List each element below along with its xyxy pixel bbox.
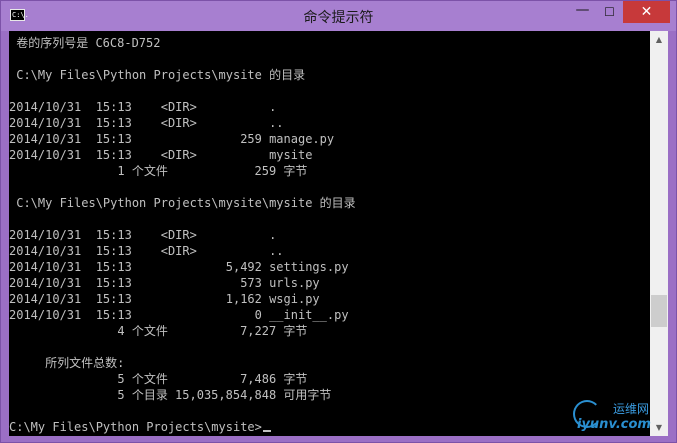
console-line: 5 个目录 15,035,854,848 可用字节	[9, 388, 332, 402]
console-text: 卷的序列号是 C6C8-D752 C:\My Files\Python Proj…	[9, 31, 650, 435]
console-line: 2014/10/31 15:13 <DIR> ..	[9, 116, 284, 130]
text-cursor	[262, 430, 271, 432]
console-line: 2014/10/31 15:13 <DIR> .	[9, 228, 277, 242]
console-line: C:\My Files\Python Projects\mysite>	[9, 419, 650, 435]
console-line: C:\My Files\Python Projects\mysite 的目录	[9, 68, 306, 82]
scroll-up-arrow-icon[interactable]: ▲	[650, 31, 668, 48]
maximize-button[interactable]: ☐	[596, 1, 623, 23]
console-line: 2014/10/31 15:13 <DIR> .	[9, 100, 277, 114]
watermark-text-cn: 运维网	[613, 402, 650, 416]
console-line: 4 个文件 7,227 字节	[9, 324, 308, 338]
console-line: C:\My Files\Python Projects\mysite\mysit…	[9, 196, 356, 210]
console-line: 2014/10/31 15:13 <DIR> ..	[9, 244, 284, 258]
close-button[interactable]: ✕	[623, 1, 670, 23]
minimize-button[interactable]: —	[569, 1, 596, 23]
console-line: 1 个文件 259 字节	[9, 164, 308, 178]
cmd-window: C:\. 命令提示符 — ☐ ✕ 卷的序列号是 C6C8-D752 C:\My …	[0, 0, 677, 443]
watermark-logo: 运维网 iyunv.com	[569, 398, 674, 438]
console-line: 2014/10/31 15:13 573 urls.py	[9, 276, 320, 290]
console-line: 2014/10/31 15:13 1,162 wsgi.py	[9, 292, 320, 306]
scrollbar-thumb[interactable]	[651, 295, 667, 327]
console-line: 2014/10/31 15:13 259 manage.py	[9, 132, 335, 146]
console-line: 所列文件总数:	[9, 356, 125, 370]
console-line: 5 个文件 7,486 字节	[9, 372, 308, 386]
title-bar[interactable]: C:\. 命令提示符 — ☐ ✕	[1, 1, 676, 31]
watermark-text-url: iyunv.com	[577, 417, 651, 432]
console-line: 卷的序列号是 C6C8-D752	[9, 36, 161, 50]
console-line: 2014/10/31 15:13 0 __init__.py	[9, 308, 349, 322]
vertical-scrollbar[interactable]: ▲ ▼	[650, 31, 668, 436]
console-line: 2014/10/31 15:13 <DIR> mysite	[9, 148, 313, 162]
console-line: 2014/10/31 15:13 5,492 settings.py	[9, 260, 349, 274]
console-output[interactable]: 卷的序列号是 C6C8-D752 C:\My Files\Python Proj…	[9, 31, 650, 436]
